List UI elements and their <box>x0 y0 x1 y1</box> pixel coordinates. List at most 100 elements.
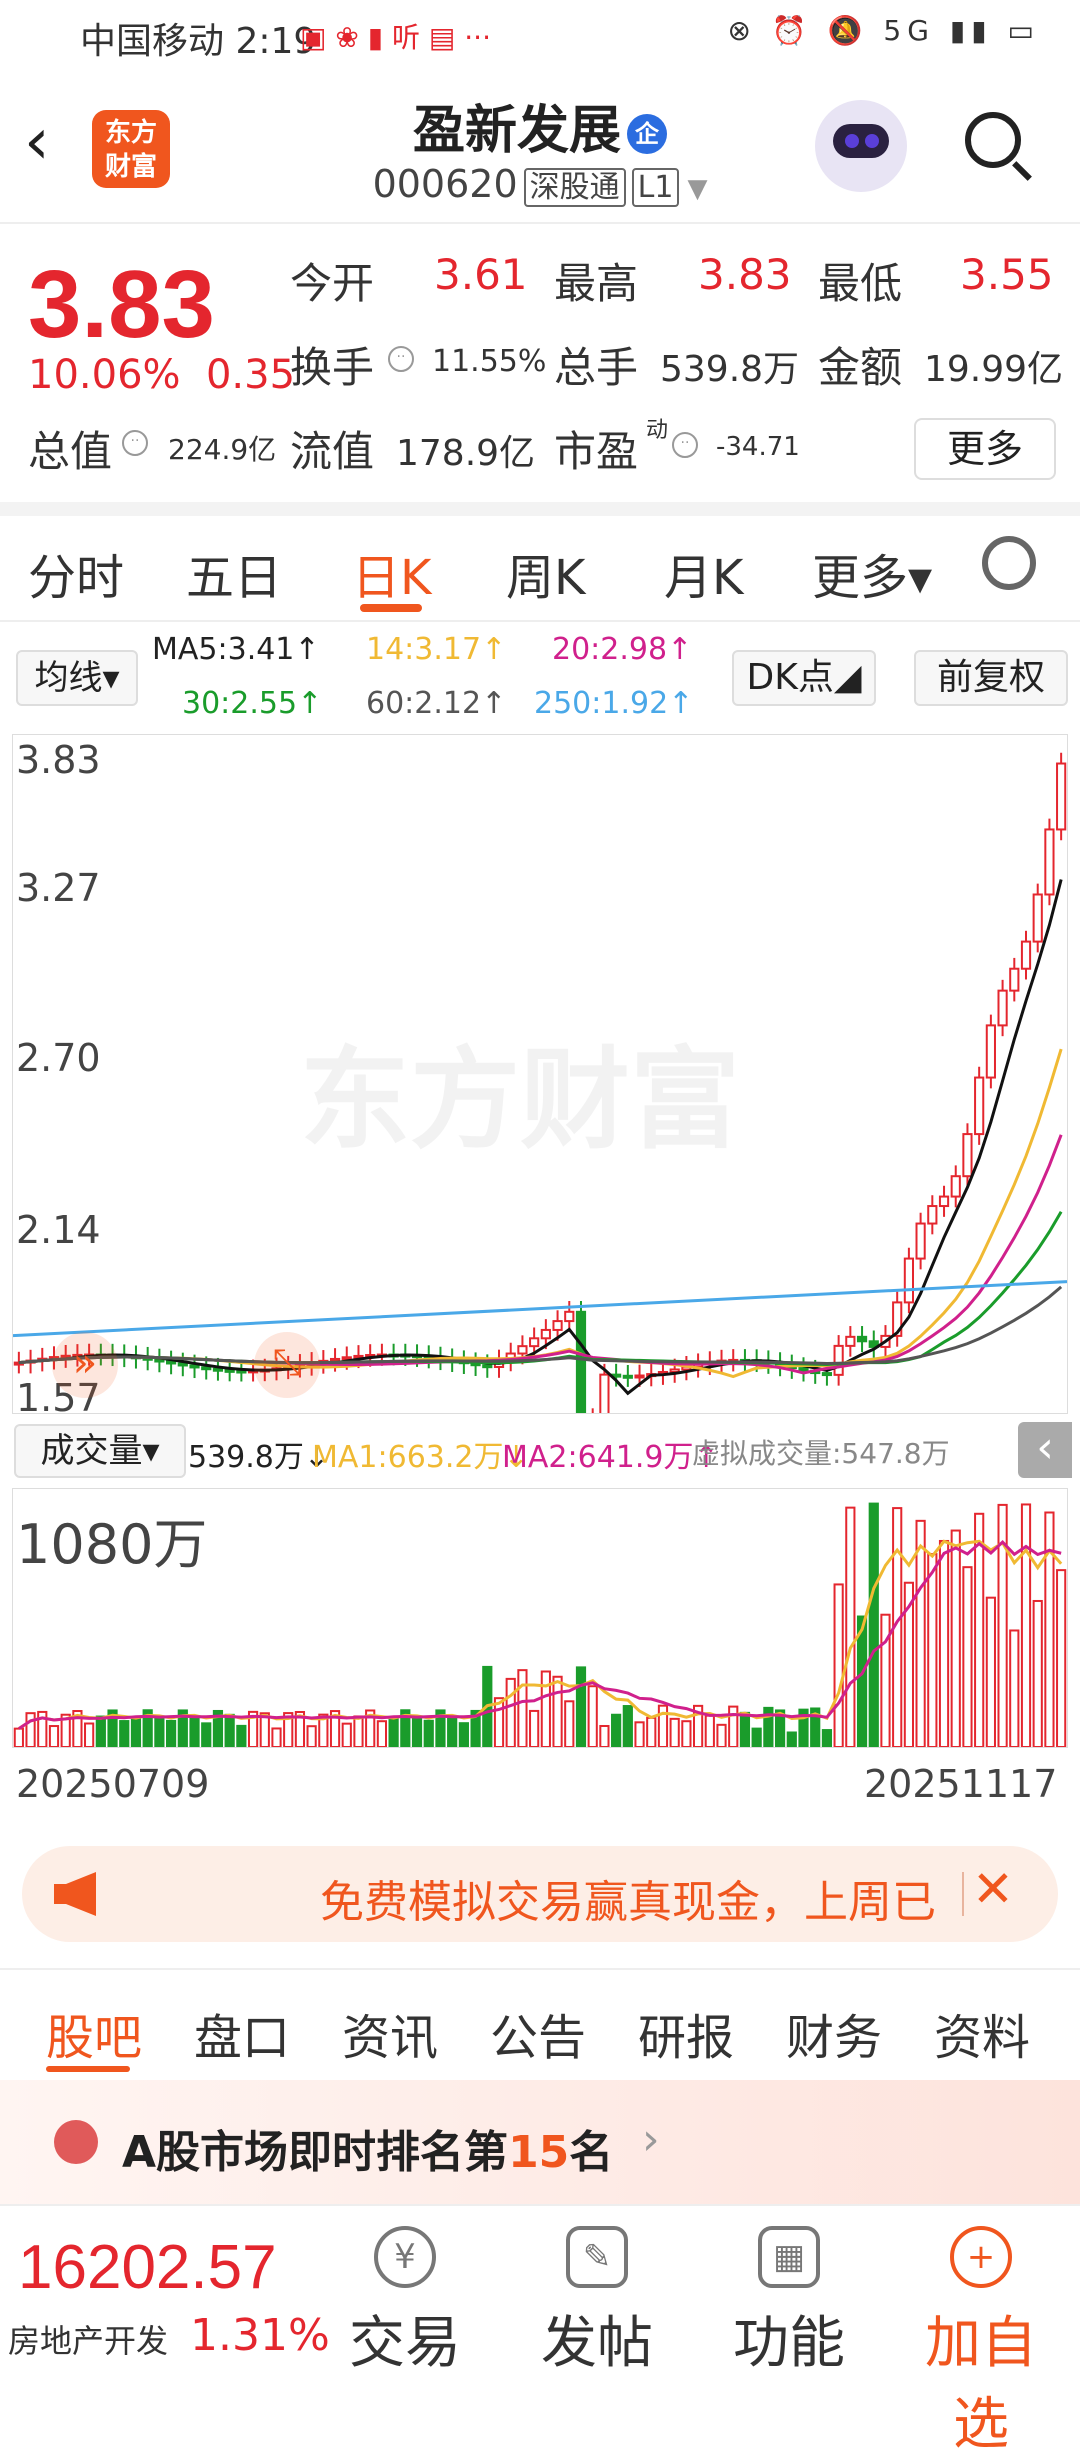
tab-intraday[interactable]: 分时 <box>28 538 124 608</box>
indicator-select[interactable]: 均线▾ <box>16 650 138 706</box>
volume-select[interactable]: 成交量▾ <box>14 1424 186 1478</box>
volume-bar <box>985 1596 996 1748</box>
ma20-value: 20:2.98↑ <box>552 632 693 667</box>
yen-icon: ¥ <box>374 2226 436 2288</box>
tab-daily-k[interactable]: 日K <box>352 538 431 608</box>
sector-name: 房地产开发 <box>8 2322 169 2360</box>
volume-value: 539.8万↓ <box>188 1440 330 1475</box>
candle <box>1032 883 1043 953</box>
tab-profile[interactable]: 资料 <box>934 1998 1030 2068</box>
ma20-line <box>18 1134 1063 1375</box>
collapse-panel-icon[interactable]: ‹ <box>1018 1422 1072 1478</box>
volume-bar <box>25 1712 36 1748</box>
sector-index-value: 16202.57 <box>18 2233 277 2302</box>
float-value: 178.9亿 <box>396 433 536 474</box>
add-watchlist-button[interactable]: + 加自选 <box>906 2226 1056 2460</box>
change-amount: 0.35 <box>205 352 296 398</box>
pe-superscript: 动 <box>646 418 669 443</box>
change-percent: 10.06% <box>28 352 181 398</box>
volume-bar <box>927 1553 938 1748</box>
close-icon[interactable]: ✕ <box>972 1860 1014 1918</box>
status-bar: 中国移动 2:19 ▣ ❀ ▮ 听 ▤ ··· ⊗ ⏰ 🔕 5G ▮▮ ▭ <box>0 0 1080 70</box>
high-label: 最高 <box>554 259 639 308</box>
volume-bar <box>517 1669 528 1748</box>
tab-pankou[interactable]: 盘口 <box>194 1998 290 2068</box>
edit-icon: ✎ <box>566 2226 628 2288</box>
info-icon[interactable]: ·· <box>672 432 698 458</box>
tab-news[interactable]: 资讯 <box>342 1998 438 2068</box>
candle <box>845 1326 856 1357</box>
rank-number: 15 <box>508 2127 570 2178</box>
tab-announcements[interactable]: 公告 <box>490 1998 586 2068</box>
volume-bar <box>166 1719 177 1749</box>
tab-finance[interactable]: 财务 <box>786 1998 882 2068</box>
functions-button[interactable]: ▦ 功能 <box>714 2226 864 2379</box>
tab-monthly-k[interactable]: 月K <box>664 538 743 608</box>
candle <box>856 1326 868 1353</box>
market-rank-banner[interactable]: A股市场即时排名第15名 › <box>0 2080 1080 2204</box>
dk-point-button[interactable]: DK点◢ <box>732 650 876 706</box>
search-icon[interactable] <box>965 112 1021 168</box>
info-icon[interactable]: ·· <box>388 346 414 372</box>
candle <box>798 1357 809 1382</box>
volume-bar <box>552 1675 563 1748</box>
candle <box>1020 930 1032 980</box>
ma30-value: 30:2.55↑ <box>182 686 323 721</box>
candle <box>868 1330 879 1358</box>
tab-weekly-k[interactable]: 周K <box>506 538 585 608</box>
candle <box>950 1165 961 1208</box>
notification-icons: ▣ ❀ ▮ 听 ▤ ··· <box>300 21 491 54</box>
volume-bar <box>575 1666 587 1748</box>
volume-bar <box>1044 1511 1055 1749</box>
volume-bar <box>95 1715 106 1749</box>
volume-bar <box>599 1724 610 1749</box>
volume-bar <box>529 1709 540 1748</box>
fullscreen-icon[interactable]: ⤡ <box>254 1332 320 1398</box>
volume-bar <box>845 1506 856 1749</box>
price-change: 10.06% 0.35 <box>28 352 295 398</box>
promo-banner[interactable]: 免费模拟交易赢真现金，上周已 ✕ <box>22 1846 1058 1942</box>
stock-header: ‹ 东方 财富 盈新发展企 000620 深股通 L1 ▼ <box>0 70 1080 224</box>
candle <box>154 1348 165 1373</box>
shenzhen-connect-tag: 深股通 <box>523 168 626 207</box>
volume-label: 总手 <box>554 343 639 392</box>
volume-bar <box>189 1715 200 1748</box>
sector-index[interactable]: 16202.57 房地产开发 1.31% <box>0 2206 330 2402</box>
tab-research[interactable]: 研报 <box>638 1998 734 2068</box>
volume-bar <box>423 1719 434 1748</box>
amount-value: 19.99亿 <box>924 349 1064 390</box>
add-watchlist-label: 加自选 <box>925 2311 1037 2457</box>
stock-code-line[interactable]: 000620 深股通 L1 ▼ <box>0 162 1080 207</box>
volume-bar <box>48 1725 60 1748</box>
y-tick-label: 2.14 <box>16 1208 101 1252</box>
gear-icon[interactable] <box>982 536 1036 590</box>
pe-label: 市盈 <box>554 427 639 476</box>
tab-guba[interactable]: 股吧 <box>46 1998 142 2068</box>
volume-bar <box>962 1566 973 1748</box>
volume-bar <box>634 1721 645 1749</box>
volume-bar <box>611 1713 622 1748</box>
tab-more[interactable]: 更多▾ <box>812 538 932 608</box>
assistant-robot-icon[interactable] <box>815 100 907 192</box>
open-label: 今开 <box>290 259 375 308</box>
volume-bar <box>540 1670 551 1748</box>
candle <box>1009 957 1020 1002</box>
more-quote-button[interactable]: 更多 <box>914 418 1056 480</box>
low-value: 3.55 <box>960 250 1054 299</box>
post-button[interactable]: ✎ 发帖 <box>522 2226 672 2379</box>
candle <box>587 1408 598 1432</box>
volume-indicator-bar: 成交量▾ 539.8万↓ MA1:663.2万↓ MA2:641.9万↑ 虚拟成… <box>0 1420 1080 1478</box>
info-icon[interactable]: ·· <box>122 430 148 456</box>
vol-ma1-value: MA1:663.2万↓ <box>312 1440 529 1475</box>
volume-bar <box>84 1722 95 1748</box>
expand-left-icon[interactable]: » <box>52 1332 118 1398</box>
rank-text: A股市场即时排名第15名 <box>122 2116 613 2180</box>
volume-bar <box>341 1722 352 1748</box>
carrier-time: 中国移动 2:19 <box>80 21 317 62</box>
post-label: 发帖 <box>541 2311 653 2376</box>
tab-five-day[interactable]: 五日 <box>186 538 282 608</box>
trade-button[interactable]: ¥ 交易 <box>330 2226 480 2379</box>
adjust-price-button[interactable]: 前复权 <box>914 650 1068 706</box>
y-tick-label: 3.83 <box>16 738 101 782</box>
enterprise-badge-icon: 企 <box>627 114 667 154</box>
